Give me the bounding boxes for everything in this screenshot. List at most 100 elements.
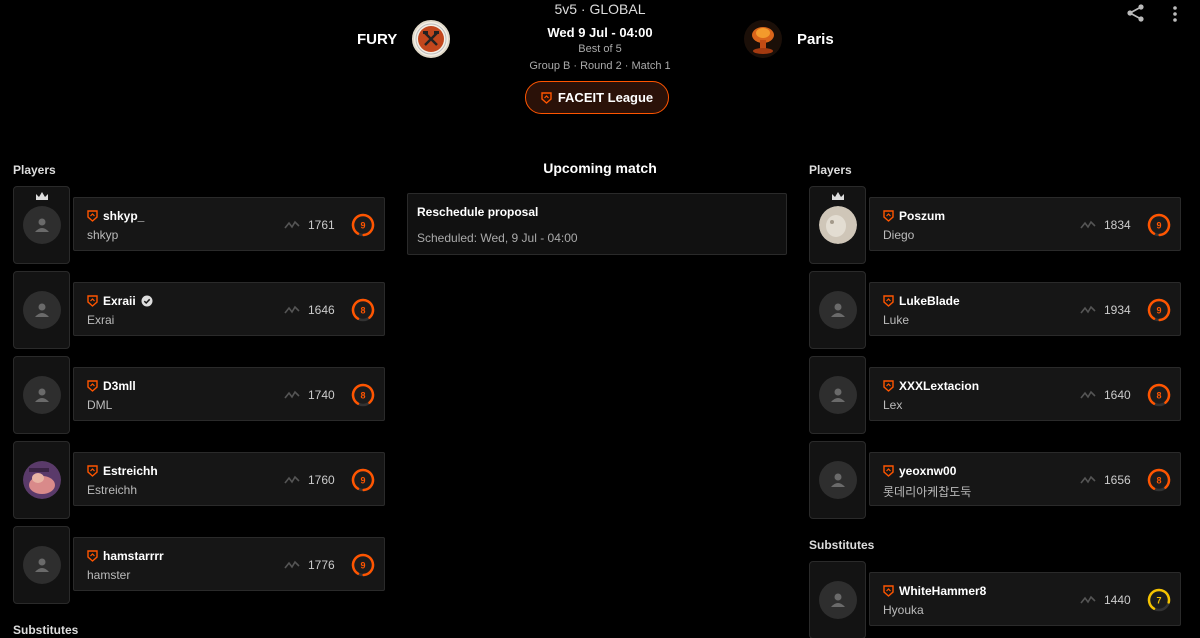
- player-avatar: [22, 546, 61, 584]
- player-nickname[interactable]: D3mll: [103, 379, 136, 393]
- elo-trend-icon: [284, 220, 300, 229]
- faceit-shield-icon: [883, 210, 894, 222]
- player-row[interactable]: D3mll DML 1740 8: [13, 356, 385, 434]
- player-elo: 1740: [308, 388, 335, 402]
- skill-level-badge: 8: [1147, 383, 1171, 407]
- player-nickname[interactable]: yeoxnw00: [899, 464, 956, 478]
- faceit-shield-icon: [883, 585, 894, 597]
- elo-trend-icon: [1080, 475, 1096, 484]
- player-nickname[interactable]: LukeBlade: [899, 294, 960, 308]
- team2-name[interactable]: Paris: [797, 31, 834, 48]
- player-nickname[interactable]: WhiteHammer8: [899, 584, 986, 598]
- player-avatar-frame[interactable]: [809, 561, 866, 638]
- default-avatar-icon: [830, 303, 845, 317]
- skill-level-value: 9: [1156, 306, 1161, 316]
- player-row[interactable]: WhiteHammer8 Hyouka 1440 7: [809, 561, 1181, 638]
- player-nickname[interactable]: XXXLextacion: [899, 379, 979, 393]
- share-icon[interactable]: [1126, 3, 1146, 23]
- player-avatar-frame[interactable]: [13, 271, 70, 349]
- skill-level-value: 8: [360, 391, 365, 401]
- player-row[interactable]: yeoxnw00 롯데리아케찹도둑 1656 8: [809, 441, 1181, 519]
- match-header: 5v5 · GLOBAL Wed 9 Jul - 04:00 Best of 5…: [0, 0, 1200, 120]
- player-row[interactable]: shkyp_ shkyp 1761 9: [13, 186, 385, 264]
- group-info: Group B · Round 2 · Match 1: [529, 60, 671, 72]
- more-options-icon[interactable]: [1165, 4, 1185, 24]
- default-avatar-icon: [830, 473, 845, 487]
- reschedule-title: Reschedule proposal: [417, 205, 539, 219]
- player-avatar-image: [818, 206, 857, 244]
- league-label: FACEIT League: [557, 90, 654, 105]
- player-nickname[interactable]: Estreichh: [103, 464, 158, 478]
- player-nickname[interactable]: Poszum: [899, 209, 945, 223]
- player-card[interactable]: Poszum Diego 1834 9: [869, 197, 1181, 251]
- reschedule-card[interactable]: Reschedule proposal Scheduled: Wed, 9 Ju…: [407, 193, 787, 255]
- skill-level-value: 8: [1156, 391, 1161, 401]
- player-avatar-frame[interactable]: [809, 356, 866, 434]
- skill-level-badge: 9: [351, 468, 375, 492]
- default-avatar-icon: [34, 558, 49, 572]
- player-row[interactable]: Estreichh Estreichh 1760 9: [13, 441, 385, 519]
- elo-trend-icon: [1080, 220, 1096, 229]
- faceit-shield-icon: [541, 91, 552, 104]
- player-avatar: [22, 376, 61, 414]
- skill-level-value: 8: [360, 306, 365, 316]
- default-avatar-icon: [830, 593, 845, 607]
- faceit-shield-icon: [87, 380, 98, 392]
- elo-trend-icon: [284, 305, 300, 314]
- player-name: Diego: [883, 228, 915, 242]
- player-avatar: [818, 581, 857, 619]
- player-card[interactable]: WhiteHammer8 Hyouka 1440 7: [869, 572, 1181, 626]
- player-avatar: [22, 206, 61, 244]
- player-card[interactable]: shkyp_ shkyp 1761 9: [73, 197, 385, 251]
- skill-level-value: 9: [360, 221, 365, 231]
- team2-logo[interactable]: [744, 20, 782, 58]
- player-nickname[interactable]: Exraii: [103, 294, 136, 308]
- player-nickname[interactable]: shkyp_: [103, 209, 144, 223]
- player-row[interactable]: Exraii Exrai 1646 8: [13, 271, 385, 349]
- faceit-shield-icon: [883, 295, 894, 307]
- right-substitutes-title: Substitutes: [809, 538, 875, 552]
- league-button[interactable]: FACEIT League: [525, 81, 669, 114]
- skill-level-value: 9: [1156, 221, 1161, 231]
- faceit-shield-icon: [87, 295, 98, 307]
- player-avatar-frame[interactable]: [13, 526, 70, 604]
- player-avatar: [818, 291, 857, 329]
- match-mode: 5v5 · GLOBAL: [554, 1, 646, 17]
- player-card[interactable]: XXXLextacion Lex 1640 8: [869, 367, 1181, 421]
- player-name: Lex: [883, 398, 903, 412]
- player-row[interactable]: LukeBlade Luke 1934 9: [809, 271, 1181, 349]
- player-card[interactable]: D3mll DML 1740 8: [73, 367, 385, 421]
- player-elo: 1646: [308, 303, 335, 317]
- faceit-shield-icon: [883, 380, 894, 392]
- faceit-shield-icon: [87, 210, 98, 222]
- player-avatar: [818, 206, 857, 244]
- player-nickname[interactable]: hamstarrrr: [103, 549, 164, 563]
- skill-level-value: 7: [1156, 596, 1161, 606]
- elo-trend-icon: [284, 390, 300, 399]
- player-avatar: [22, 461, 61, 499]
- player-card[interactable]: Exraii Exrai 1646 8: [73, 282, 385, 336]
- player-card[interactable]: LukeBlade Luke 1934 9: [869, 282, 1181, 336]
- team1-logo[interactable]: [412, 20, 450, 58]
- player-avatar-frame[interactable]: [13, 441, 70, 519]
- skill-level-value: 9: [360, 476, 365, 486]
- player-card[interactable]: yeoxnw00 롯데리아케찹도둑 1656 8: [869, 452, 1181, 506]
- player-elo: 1776: [308, 558, 335, 572]
- elo-trend-icon: [1080, 595, 1096, 604]
- skill-level-value: 9: [360, 561, 365, 571]
- player-avatar-frame[interactable]: [809, 271, 866, 349]
- player-row[interactable]: Poszum Diego 1834 9: [809, 186, 1181, 264]
- player-card[interactable]: hamstarrrr hamster 1776 9: [73, 537, 385, 591]
- player-avatar-frame[interactable]: [13, 356, 70, 434]
- player-name: Luke: [883, 313, 910, 327]
- player-name: Estreichh: [87, 483, 138, 497]
- player-elo: 1760: [308, 473, 335, 487]
- player-avatar-frame[interactable]: [809, 441, 866, 519]
- player-row[interactable]: hamstarrrr hamster 1776 9: [13, 526, 385, 604]
- player-avatar-frame[interactable]: [809, 186, 866, 264]
- team1-name[interactable]: FURY: [357, 31, 397, 48]
- match-date: Wed 9 Jul - 04:00: [547, 25, 653, 40]
- player-card[interactable]: Estreichh Estreichh 1760 9: [73, 452, 385, 506]
- player-row[interactable]: XXXLextacion Lex 1640 8: [809, 356, 1181, 434]
- player-avatar-frame[interactable]: [13, 186, 70, 264]
